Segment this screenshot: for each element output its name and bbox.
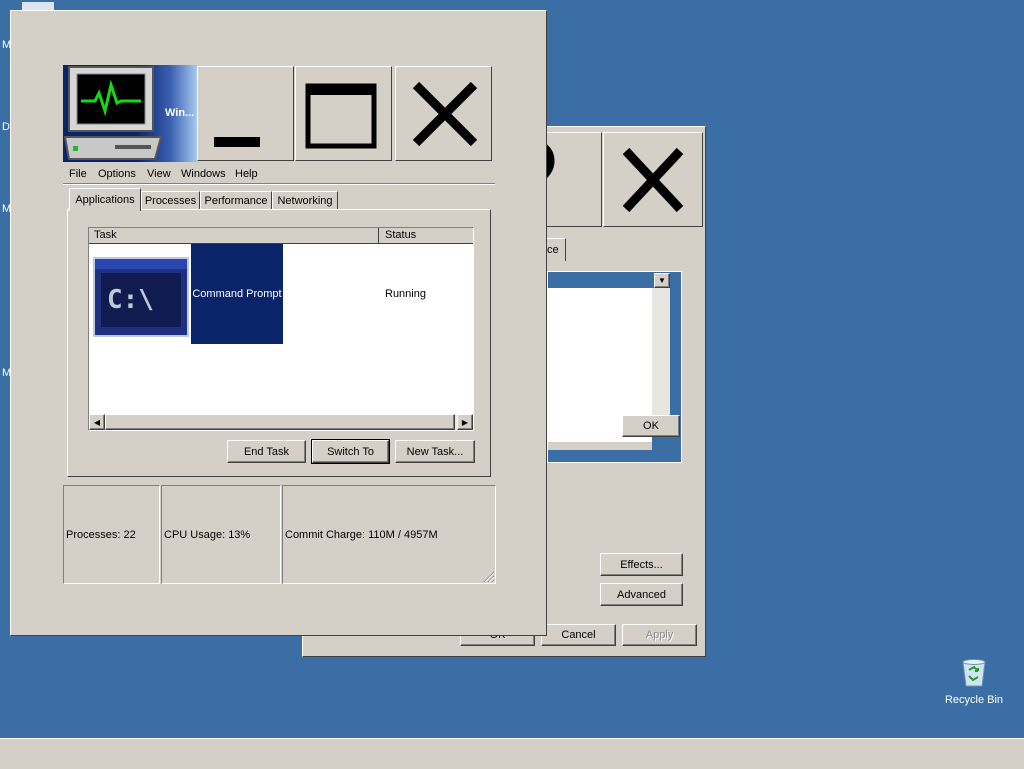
minimize-button[interactable] bbox=[197, 66, 294, 161]
column-header-status[interactable]: Status bbox=[379, 228, 473, 244]
menu-help[interactable]: Help bbox=[235, 168, 258, 180]
task-name-highlight: Command Prompt bbox=[191, 244, 283, 344]
scroll-right-button[interactable]: ▶ bbox=[457, 414, 473, 430]
tab-processes[interactable]: Processes bbox=[141, 191, 200, 209]
tab-applications[interactable]: Applications bbox=[69, 188, 141, 211]
close-button[interactable] bbox=[603, 132, 703, 227]
applications-panel: Task Status C:\ Command Prompt Running ◀… bbox=[67, 209, 491, 477]
task-list[interactable]: Task Status C:\ Command Prompt Running ◀… bbox=[88, 227, 474, 431]
menu-file[interactable]: File bbox=[69, 168, 87, 180]
display-tab-partial[interactable]: ce bbox=[547, 238, 566, 261]
switch-to-button[interactable]: Switch To bbox=[311, 439, 390, 464]
apply-button[interactable]: Apply bbox=[622, 624, 697, 646]
new-task-button[interactable]: New Task... bbox=[395, 440, 475, 463]
preview-scrollbar bbox=[652, 288, 670, 416]
end-task-button[interactable]: End Task bbox=[227, 440, 306, 463]
advanced-button[interactable]: Advanced bbox=[600, 583, 683, 606]
close-icon bbox=[622, 147, 684, 213]
maximize-button[interactable] bbox=[295, 66, 392, 161]
command-prompt-icon: C:\ bbox=[93, 257, 189, 337]
horizontal-scrollbar[interactable]: ◀ ▶ bbox=[89, 414, 473, 430]
menu-windows[interactable]: Windows bbox=[181, 168, 226, 180]
recycle-bin[interactable]: Recycle Bin bbox=[940, 656, 1008, 712]
recycle-bin-icon bbox=[960, 658, 988, 688]
preview-panel: ▼ OK bbox=[547, 271, 682, 463]
task-manager-window: Win... File Options View Windows Help Ap… bbox=[10, 10, 547, 636]
tab-performance[interactable]: Performance bbox=[200, 191, 272, 209]
recycle-bin-label: Recycle Bin bbox=[944, 694, 1004, 706]
maximize-icon bbox=[305, 83, 377, 149]
effects-button[interactable]: Effects... bbox=[600, 553, 683, 576]
title-bar[interactable]: Win... bbox=[63, 65, 197, 162]
status-processes: Processes: 22 bbox=[63, 485, 160, 584]
cancel-button[interactable]: Cancel bbox=[541, 624, 616, 646]
taskbar bbox=[0, 738, 1024, 769]
menu-separator bbox=[63, 183, 495, 185]
task-status: Running bbox=[385, 288, 426, 300]
minimize-icon bbox=[214, 137, 260, 147]
close-icon bbox=[412, 81, 478, 147]
menu-options[interactable]: Options bbox=[98, 168, 136, 180]
preview-strip bbox=[548, 442, 652, 450]
scroll-left-button[interactable]: ◀ bbox=[89, 414, 105, 430]
tab-networking[interactable]: Networking bbox=[272, 191, 338, 209]
window-title: Win... bbox=[165, 107, 195, 119]
close-button[interactable] bbox=[395, 66, 492, 161]
task-manager-icon bbox=[63, 65, 163, 162]
preview-ok-button[interactable]: OK bbox=[622, 415, 680, 437]
menu-view[interactable]: View bbox=[147, 168, 171, 180]
scroll-thumb[interactable] bbox=[105, 414, 455, 430]
svg-text:C:\: C:\ bbox=[107, 285, 154, 315]
desktop-icon-label-partial: D bbox=[2, 121, 10, 133]
dropdown-arrow-button[interactable]: ▼ bbox=[654, 273, 670, 288]
resize-grip-icon[interactable] bbox=[483, 571, 495, 583]
status-commit-charge: Commit Charge: 110M / 4957M bbox=[282, 485, 496, 584]
column-header-task[interactable]: Task bbox=[89, 228, 379, 244]
table-row[interactable]: C:\ Command Prompt Running bbox=[89, 244, 473, 344]
status-cpu-usage: CPU Usage: 13% bbox=[161, 485, 281, 584]
